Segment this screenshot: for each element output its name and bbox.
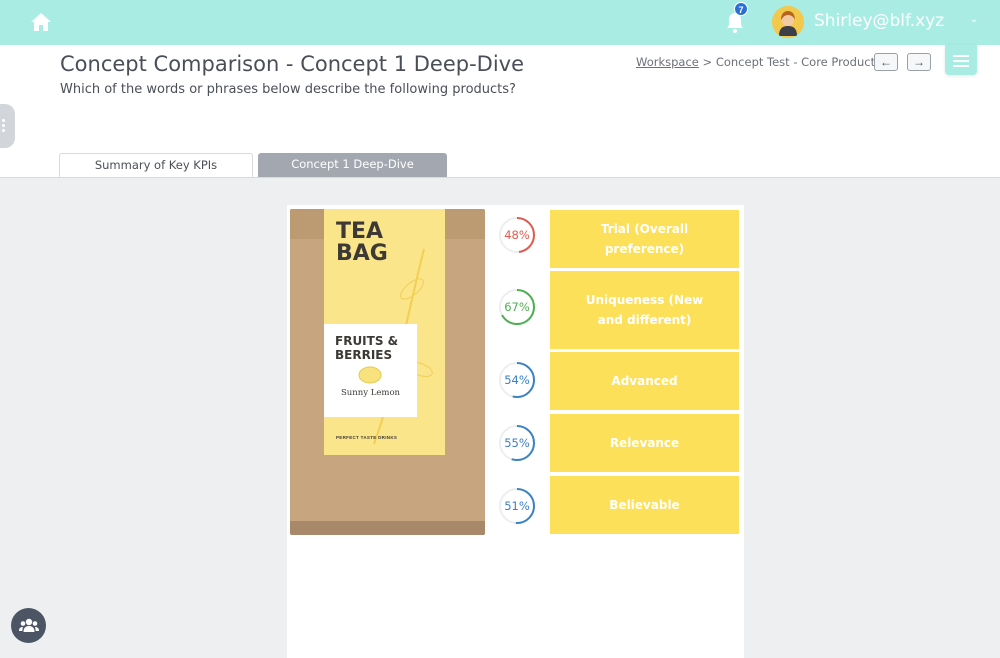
side-panel-handle[interactable] (0, 104, 15, 148)
kpi-percent-label: 48% (504, 228, 530, 242)
group-button[interactable] (11, 608, 46, 643)
home-icon[interactable] (30, 12, 52, 32)
product-flavor: Sunny Lemon (340, 388, 401, 398)
kpi-percent-label: 54% (504, 373, 530, 387)
product-name-box: FRUITS & BERRIES Sunny Lemon (324, 324, 417, 417)
product-tagline: PERFECT TASTE DRINKS (336, 435, 398, 440)
user-name[interactable]: Shirley@blf.xyz (814, 11, 944, 31)
kpi-metric-box: Trial (Overall preference) (550, 210, 739, 268)
kpi-metric-label: Trial (Overall preference) (600, 222, 689, 256)
kpi-metric-label: Believable (609, 498, 680, 512)
breadcrumb-separator: > (702, 55, 713, 69)
kpi-metric-label: Uniqueness (New and different) (585, 293, 704, 327)
kpi-percent-circle: 67% (498, 288, 536, 326)
tab-summary-kpis[interactable]: Summary of Key KPIs (59, 153, 253, 177)
notification-badge: 7 (734, 2, 748, 16)
group-icon (19, 618, 39, 632)
page-title: Concept Comparison - Concept 1 Deep-Dive (60, 52, 525, 76)
kpi-metric-box: Believable (550, 476, 739, 534)
breadcrumb: Workspace > Concept Test - Core Product (636, 55, 875, 69)
tab-concept-deep-dive[interactable]: Concept 1 Deep-Dive (258, 153, 447, 177)
kpi-metric-label: Advanced (611, 374, 678, 388)
kpi-metric-box: Relevance (550, 414, 739, 472)
breadcrumb-current: Concept Test - Core Product (715, 55, 876, 69)
avatar[interactable] (772, 6, 804, 38)
product-brand: TEA BAG (336, 219, 388, 266)
kpi-percent-label: 55% (504, 436, 530, 450)
product-name: FRUITS & BERRIES (335, 334, 399, 362)
product-image: TEA BAG FRUITS & BERRIES Sunny Lemon PER… (290, 209, 485, 535)
kpi-percent-circle: 51% (498, 487, 536, 525)
kpi-percent-label: 51% (504, 499, 530, 513)
arrow-left-icon: ← (880, 55, 892, 69)
dots-vertical-icon (2, 119, 5, 122)
next-button[interactable]: → (907, 53, 931, 71)
kpi-percent-circle: 48% (498, 216, 536, 254)
breadcrumb-link-workspace[interactable]: Workspace (636, 55, 699, 69)
kpi-metric-label: Relevance (609, 436, 680, 450)
kpi-metric-box: Advanced (550, 352, 739, 410)
kpi-percent-label: 67% (504, 300, 530, 314)
lemon-icon (358, 366, 382, 384)
hamburger-icon (953, 55, 969, 57)
chevron-down-icon[interactable]: ⌄ (970, 14, 978, 25)
kpi-percent-circle: 54% (498, 361, 536, 399)
top-bar: 7 Shirley@blf.xyz ⌄ (0, 0, 1000, 45)
prev-button[interactable]: ← (874, 53, 898, 71)
arrow-right-icon: → (913, 55, 925, 69)
hamburger-menu-button[interactable] (945, 45, 977, 75)
kpi-metric-box: Uniqueness (New and different) (550, 271, 739, 349)
page-subtitle: Which of the words or phrases below desc… (60, 82, 516, 97)
product-label: TEA BAG FRUITS & BERRIES Sunny Lemon PER… (324, 209, 445, 455)
kpi-percent-circle: 55% (498, 424, 536, 462)
